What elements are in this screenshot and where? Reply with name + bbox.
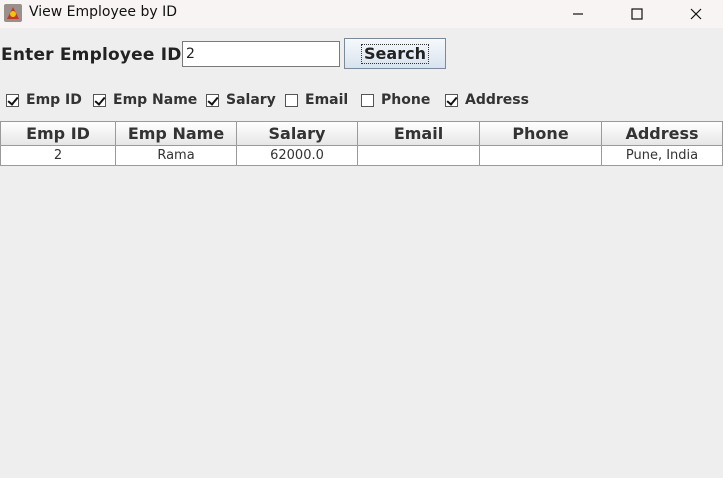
column-header-address[interactable]: Address bbox=[602, 121, 723, 146]
checkbox-box[interactable] bbox=[206, 93, 219, 107]
cell-emp-id[interactable]: 2 bbox=[0, 146, 116, 166]
column-header-emp-id[interactable]: Emp ID bbox=[0, 121, 116, 146]
minimize-icon bbox=[573, 13, 583, 15]
window-title: View Employee by ID bbox=[29, 4, 177, 20]
maximize-button[interactable] bbox=[614, 0, 660, 28]
close-button[interactable] bbox=[673, 0, 719, 28]
checkbox-box[interactable] bbox=[285, 93, 298, 107]
cell-phone[interactable] bbox=[480, 146, 602, 166]
cell-email[interactable] bbox=[358, 146, 480, 166]
checkbox-email[interactable]: Email bbox=[285, 91, 348, 109]
column-header-email[interactable]: Email bbox=[358, 121, 480, 146]
column-header-salary[interactable]: Salary bbox=[237, 121, 358, 146]
search-button[interactable]: Search bbox=[344, 38, 446, 69]
cell-salary[interactable]: 62000.0 bbox=[237, 146, 358, 166]
checkbox-emp-id[interactable]: Emp ID bbox=[6, 91, 82, 109]
checkbox-emp-name[interactable]: Emp Name bbox=[93, 91, 197, 109]
table-header: Emp ID Emp Name Salary Email Phone Addre… bbox=[0, 121, 723, 146]
close-icon bbox=[690, 8, 702, 20]
column-header-emp-name[interactable]: Emp Name bbox=[116, 121, 237, 146]
employee-id-input[interactable] bbox=[182, 41, 340, 67]
checkbox-label: Salary bbox=[226, 92, 276, 108]
minimize-button[interactable] bbox=[555, 0, 601, 28]
checkbox-label: Email bbox=[305, 92, 349, 108]
checkbox-phone[interactable]: Phone bbox=[361, 91, 430, 109]
checkbox-label: Address bbox=[465, 92, 529, 108]
cell-address[interactable]: Pune, India bbox=[602, 146, 723, 166]
table-row[interactable]: 2 Rama 62000.0 Pune, India bbox=[0, 146, 723, 166]
java-app-icon bbox=[4, 4, 22, 22]
checkbox-box[interactable] bbox=[6, 93, 19, 107]
window-title-bar: View Employee by ID bbox=[0, 0, 723, 28]
checkbox-salary[interactable]: Salary bbox=[206, 91, 276, 109]
cell-emp-name[interactable]: Rama bbox=[116, 146, 237, 166]
checkbox-box[interactable] bbox=[361, 93, 374, 107]
column-header-phone[interactable]: Phone bbox=[480, 121, 602, 146]
checkbox-label: Emp Name bbox=[113, 92, 198, 108]
checkbox-box[interactable] bbox=[93, 93, 106, 107]
checkbox-label: Phone bbox=[381, 92, 431, 108]
search-button-label: Search bbox=[361, 43, 429, 64]
employee-table: Emp ID Emp Name Salary Email Phone Addre… bbox=[0, 121, 723, 166]
checkbox-address[interactable]: Address bbox=[445, 91, 529, 109]
checkbox-label: Emp ID bbox=[26, 92, 82, 108]
employee-id-label: Enter Employee ID: bbox=[1, 45, 189, 65]
maximize-icon bbox=[631, 8, 643, 20]
checkbox-box[interactable] bbox=[445, 93, 458, 107]
